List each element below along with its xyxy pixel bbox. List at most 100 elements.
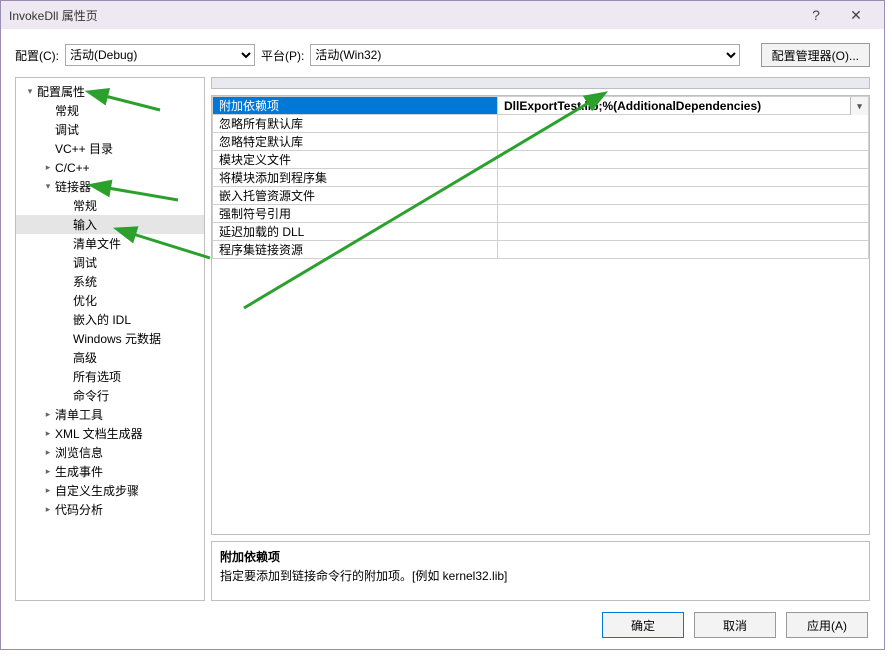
property-name: 程序集链接资源	[213, 241, 498, 259]
tree-item-label: 系统	[73, 273, 97, 290]
property-value[interactable]	[498, 115, 869, 133]
tree-item[interactable]: ▾链接器	[16, 177, 204, 196]
tree-item[interactable]: ▸XML 文档生成器	[16, 424, 204, 443]
property-value[interactable]	[498, 241, 869, 259]
config-manager-button[interactable]: 配置管理器(O)...	[761, 43, 870, 67]
tree-item[interactable]: 输入	[16, 215, 204, 234]
right-panel: 附加依赖项DllExportTest.lib;%(AdditionalDepen…	[211, 77, 870, 601]
expand-icon[interactable]: ▸	[42, 504, 54, 515]
tree-item[interactable]: 常规	[16, 101, 204, 120]
tree-item[interactable]: 所有选项	[16, 367, 204, 386]
tree-item-label: 优化	[73, 292, 97, 309]
dropdown-icon[interactable]: ▾	[850, 97, 868, 115]
tree-item-label: 常规	[73, 197, 97, 214]
tree-item[interactable]: ▸生成事件	[16, 462, 204, 481]
tree-item-label: 所有选项	[73, 368, 121, 385]
property-row[interactable]: 嵌入托管资源文件	[213, 187, 869, 205]
property-row[interactable]: 强制符号引用	[213, 205, 869, 223]
property-name: 忽略特定默认库	[213, 133, 498, 151]
ok-button[interactable]: 确定	[602, 612, 684, 638]
property-name: 延迟加载的 DLL	[213, 223, 498, 241]
tree-item-label: C/C++	[55, 161, 90, 175]
tree-item[interactable]: ▸自定义生成步骤	[16, 481, 204, 500]
cancel-button[interactable]: 取消	[694, 612, 776, 638]
property-page-dialog: InvokeDll 属性页 ? ✕ 配置(C): 活动(Debug) 平台(P)…	[0, 0, 885, 650]
close-button[interactable]: ✕	[836, 1, 876, 29]
expand-icon[interactable]: ▸	[42, 447, 54, 458]
apply-button[interactable]: 应用(A)	[786, 612, 868, 638]
expand-icon[interactable]: ▸	[42, 409, 54, 420]
tree-item[interactable]: 优化	[16, 291, 204, 310]
collapse-icon[interactable]: ▾	[42, 181, 54, 192]
description-body: 指定要添加到链接命令行的附加项。[例如 kernel32.lib]	[220, 567, 861, 584]
property-name: 模块定义文件	[213, 151, 498, 169]
property-value[interactable]: DllExportTest.lib;%(AdditionalDependenci…	[498, 97, 869, 115]
tree-item-label: 浏览信息	[55, 444, 103, 461]
property-name: 强制符号引用	[213, 205, 498, 223]
tree-item[interactable]: 调试	[16, 120, 204, 139]
property-grid[interactable]: 附加依赖项DllExportTest.lib;%(AdditionalDepen…	[211, 95, 870, 535]
tree-item[interactable]: ▸浏览信息	[16, 443, 204, 462]
property-value[interactable]	[498, 187, 869, 205]
expand-icon[interactable]: ▸	[42, 162, 54, 173]
property-name: 忽略所有默认库	[213, 115, 498, 133]
property-value[interactable]	[498, 205, 869, 223]
property-name: 嵌入托管资源文件	[213, 187, 498, 205]
tree-item-label: 调试	[73, 254, 97, 271]
help-button[interactable]: ?	[796, 1, 836, 29]
description-panel: 附加依赖项 指定要添加到链接命令行的附加项。[例如 kernel32.lib]	[211, 541, 870, 601]
property-row[interactable]: 忽略特定默认库	[213, 133, 869, 151]
property-name: 将模块添加到程序集	[213, 169, 498, 187]
window-title: InvokeDll 属性页	[9, 7, 98, 24]
platform-select[interactable]: 活动(Win32)	[310, 44, 740, 66]
tree-item[interactable]: VC++ 目录	[16, 139, 204, 158]
property-value[interactable]	[498, 223, 869, 241]
tree-item-label: 输入	[73, 216, 97, 233]
expand-icon[interactable]: ▸	[42, 428, 54, 439]
property-value[interactable]	[498, 169, 869, 187]
tree-item[interactable]: ▸清单工具	[16, 405, 204, 424]
button-bar: 确定 取消 应用(A)	[1, 601, 884, 649]
title-bar: InvokeDll 属性页 ? ✕	[1, 1, 884, 29]
tree-item[interactable]: 嵌入的 IDL	[16, 310, 204, 329]
tree-item-label: 清单文件	[73, 235, 121, 252]
tree-item[interactable]: 命令行	[16, 386, 204, 405]
toolbar: 配置(C): 活动(Debug) 平台(P): 活动(Win32) 配置管理器(…	[1, 29, 884, 77]
tree-item[interactable]: Windows 元数据	[16, 329, 204, 348]
expand-icon[interactable]: ▸	[42, 485, 54, 496]
property-value[interactable]	[498, 151, 869, 169]
tree-item[interactable]: 清单文件	[16, 234, 204, 253]
tree-item-label: VC++ 目录	[55, 140, 113, 157]
tree-item-label: 代码分析	[55, 501, 103, 518]
tree-item-label: 调试	[55, 121, 79, 138]
tree-item-label: 清单工具	[55, 406, 103, 423]
tree-item[interactable]: ▸代码分析	[16, 500, 204, 519]
property-row[interactable]: 忽略所有默认库	[213, 115, 869, 133]
tree-item[interactable]: 高级	[16, 348, 204, 367]
config-label: 配置(C):	[15, 47, 59, 64]
tree-item[interactable]: 调试	[16, 253, 204, 272]
grid-header-strip	[211, 77, 870, 89]
property-name: 附加依赖项	[213, 97, 498, 115]
tree-item[interactable]: 常规	[16, 196, 204, 215]
tree-item[interactable]: ▾配置属性	[16, 82, 204, 101]
collapse-icon[interactable]: ▾	[24, 86, 36, 97]
category-tree[interactable]: ▾配置属性常规调试VC++ 目录▸C/C++▾链接器常规输入清单文件调试系统优化…	[15, 77, 205, 601]
description-title: 附加依赖项	[220, 548, 861, 565]
tree-item-label: Windows 元数据	[73, 330, 161, 347]
tree-item[interactable]: 系统	[16, 272, 204, 291]
property-row[interactable]: 延迟加载的 DLL	[213, 223, 869, 241]
property-value[interactable]	[498, 133, 869, 151]
tree-item-label: 自定义生成步骤	[55, 482, 139, 499]
property-row[interactable]: 将模块添加到程序集	[213, 169, 869, 187]
tree-item-label: XML 文档生成器	[55, 425, 143, 442]
property-row[interactable]: 模块定义文件	[213, 151, 869, 169]
property-row[interactable]: 程序集链接资源	[213, 241, 869, 259]
config-select[interactable]: 活动(Debug)	[65, 44, 255, 66]
tree-item-label: 命令行	[73, 387, 109, 404]
tree-item-label: 链接器	[55, 178, 91, 195]
tree-item[interactable]: ▸C/C++	[16, 158, 204, 177]
property-row[interactable]: 附加依赖项DllExportTest.lib;%(AdditionalDepen…	[213, 97, 869, 115]
expand-icon[interactable]: ▸	[42, 466, 54, 477]
tree-item-label: 嵌入的 IDL	[73, 311, 131, 328]
